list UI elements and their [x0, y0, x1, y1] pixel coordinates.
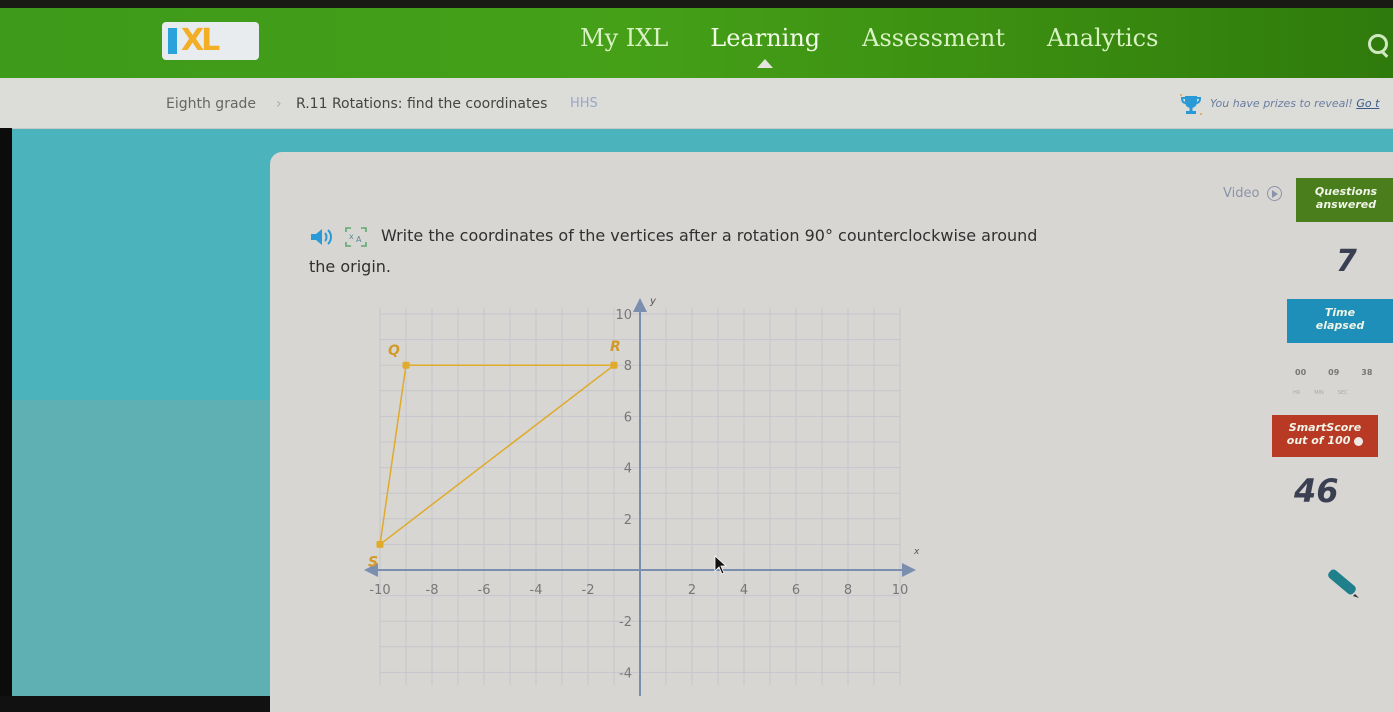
y-axis-arrow: [633, 298, 647, 312]
breadcrumb-grade[interactable]: Eighth grade: [166, 96, 256, 112]
prizes-link[interactable]: Go t: [1356, 97, 1379, 110]
questions-answered-badge: Questions answered: [1296, 178, 1393, 222]
x-tick-label: 10: [892, 583, 909, 598]
smartscore-out-of: out of 100: [1286, 434, 1351, 447]
ixl-logo[interactable]: XL: [162, 22, 259, 60]
search-icon[interactable]: [1368, 34, 1388, 54]
axes: xy: [364, 296, 920, 696]
question-prompt: x A Write the coordinates of the vertice…: [309, 220, 1169, 282]
questions-answered-label: Questions: [1314, 185, 1378, 198]
mouse-cursor-icon: [714, 555, 728, 575]
question-line-1: Write the coordinates of the vertices af…: [381, 226, 1038, 245]
timer-minutes: 09: [1328, 368, 1340, 377]
x-tick-label: -2: [582, 583, 595, 598]
y-tick-label: 6: [624, 410, 632, 425]
questions-answered-value: 7: [1336, 244, 1357, 279]
time-elapsed-label: Time: [1324, 306, 1356, 319]
x-tick-label: -10: [369, 583, 390, 598]
y-tick-label: 2: [624, 513, 632, 528]
screen-edge: [0, 128, 12, 696]
logo-i: [168, 28, 177, 54]
x-tick-label: 2: [688, 583, 696, 598]
x-tick-label: 6: [792, 583, 800, 598]
x-tick-label: 4: [740, 583, 748, 598]
smartscore-value: 46: [1294, 472, 1339, 510]
logo-xl: XL: [181, 23, 220, 58]
page-background-lower: [8, 400, 288, 696]
timer-hours: 00: [1295, 368, 1307, 377]
x-tick-label: 8: [844, 583, 852, 598]
y-tick-label: 8: [624, 359, 632, 374]
breadcrumb-separator: ›: [276, 96, 282, 112]
timer-unit-labels: HR MIN SEC: [1293, 390, 1348, 396]
vertex-label-s: S: [368, 554, 378, 570]
nav-my-ixl[interactable]: My IXL: [580, 24, 668, 52]
question-line-2: the origin.: [309, 257, 391, 276]
y-tick-label: -4: [619, 666, 632, 681]
x-tick-label: -6: [478, 583, 491, 598]
smartscore-label: SmartScore: [1288, 421, 1362, 434]
timer-unit-hr: HR: [1293, 390, 1301, 396]
x-axis-arrow: [902, 563, 916, 577]
timer-seconds: 38: [1361, 368, 1373, 377]
y-tick-label: -2: [619, 615, 632, 630]
timer: 00 09 38: [1295, 368, 1372, 377]
timer-unit-sec: SEC: [1337, 390, 1348, 396]
trophy-icon[interactable]: [1180, 94, 1202, 116]
vertex-label-r: R: [610, 339, 621, 355]
tick-labels: -10 -8 -6 -4 -2 2 4 6 8 10 10 8 6 4 2 -2 -4: [369, 308, 908, 681]
y-tick-label: 10: [615, 308, 632, 323]
skill-code: HHS: [570, 96, 598, 111]
timer-unit-min: MIN: [1314, 390, 1324, 396]
top-navbar: XL My IXL Learning Assessment Analytics: [0, 8, 1393, 78]
prizes-text: You have prizes to reveal!: [1210, 97, 1353, 110]
translate-icon[interactable]: x A: [343, 226, 369, 248]
main-nav: My IXL Learning Assessment Analytics: [580, 24, 1200, 68]
pencil-icon[interactable]: [1322, 565, 1362, 601]
play-icon: [1266, 186, 1282, 201]
svg-text:x: x: [349, 232, 354, 241]
smartscore-badge: SmartScore out of 100: [1272, 415, 1378, 457]
nav-learning[interactable]: Learning: [710, 24, 820, 68]
vertex-s: [376, 540, 384, 548]
time-elapsed-badge: Time elapsed: [1287, 299, 1393, 343]
nav-assessment[interactable]: Assessment: [862, 24, 1005, 52]
video-label: Video: [1223, 186, 1260, 201]
y-axis-label: y: [649, 296, 657, 307]
smartscore-sublabel: out of 100: [1272, 434, 1378, 447]
speaker-icon[interactable]: [309, 228, 335, 246]
breadcrumb-skill: R.11 Rotations: find the coordinates: [296, 96, 548, 112]
vertex-r: [610, 361, 618, 369]
vertex-label-q: Q: [388, 343, 400, 359]
nav-analytics[interactable]: Analytics: [1047, 24, 1158, 52]
prizes-notice: You have prizes to reveal! Go t: [1210, 97, 1379, 110]
time-elapsed-label-2: elapsed: [1315, 319, 1365, 332]
x-tick-label: -8: [426, 583, 439, 598]
video-link[interactable]: Video: [1223, 186, 1282, 201]
triangle-edges: [378, 364, 617, 547]
coordinate-graph[interactable]: xy -10 -8 -6 -4 -2 2 4 6 8 10108642-2-4 Q RS: [300, 290, 940, 696]
x-axis-label: x: [913, 547, 920, 557]
questions-answered-label-2: answered: [1315, 198, 1377, 211]
svg-text:A: A: [356, 235, 362, 244]
x-tick-label: -4: [530, 583, 543, 598]
vertex-q: [402, 361, 410, 369]
help-icon[interactable]: [1354, 436, 1364, 446]
y-tick-label: 4: [624, 462, 632, 477]
